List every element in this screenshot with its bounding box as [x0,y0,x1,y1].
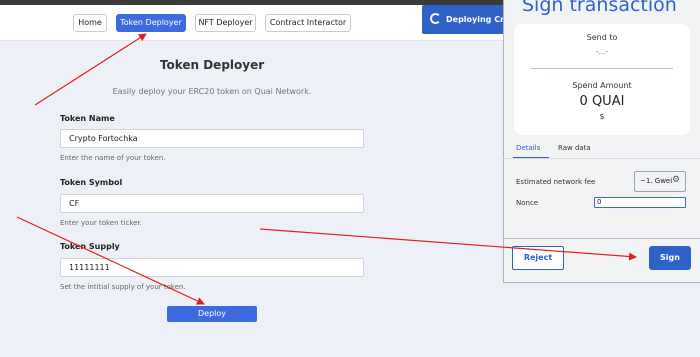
token-symbol-input[interactable] [60,194,364,213]
nonce-label: Nonce [516,199,539,207]
token-name-hint: Enter the name of your token. [60,154,166,162]
token-symbol-label: Token Symbol [60,178,123,187]
gear-icon[interactable]: ⚙ [672,176,680,185]
nonce-input[interactable]: 0 [594,197,686,208]
token-supply-hint: Set the intitial supply of your token. [60,283,186,291]
sign-transaction-popup: Sign transaction Send to -...- Spend Amo… [503,0,700,283]
popup-title: Sign transaction [522,0,677,16]
nav-nft-deployer-button[interactable]: NFT Deployer [195,14,256,32]
deploy-button[interactable]: Deploy [167,306,257,322]
token-name-label: Token Name [60,114,115,123]
tabs-divider [503,158,700,159]
tab-raw-data[interactable]: Raw data [558,144,591,152]
nav-contract-interactor-button[interactable]: Contract Interactor [265,14,351,32]
network-fee-label: Estimated network fee [516,178,596,186]
token-name-input[interactable] [60,129,364,148]
nav-home-button[interactable]: Home [73,14,107,32]
token-supply-label: Token Supply [60,242,120,251]
tab-details[interactable]: Details [516,144,540,152]
transaction-summary-card: Send to -...- Spend Amount 0 QUAI $ [514,24,690,135]
nav-token-deployer-button[interactable]: Token Deployer [116,14,186,32]
deploying-status-label: Deploying Cry [446,15,508,24]
deploying-status-button[interactable]: Deploying Cry [422,5,508,34]
token-supply-input[interactable] [60,258,364,277]
card-divider [531,68,673,69]
page-subtitle: Easily deploy your ERC20 token on Quai N… [112,87,312,96]
spend-amount-fiat: $ [599,112,605,121]
loading-spinner-icon [430,13,441,24]
token-symbol-hint: Enter your token ticker. [60,219,142,227]
send-to-label: Send to [586,33,618,42]
page-title: Token Deployer [159,58,265,72]
spend-amount-label: Spend Amount [572,81,632,90]
spend-amount-value: 0 QUAI [579,94,625,109]
send-to-value: -...- [596,48,608,56]
sign-button[interactable]: Sign [649,246,691,270]
reject-button[interactable]: Reject [512,246,564,270]
active-tab-indicator [513,157,549,158]
actions-divider [503,238,700,239]
